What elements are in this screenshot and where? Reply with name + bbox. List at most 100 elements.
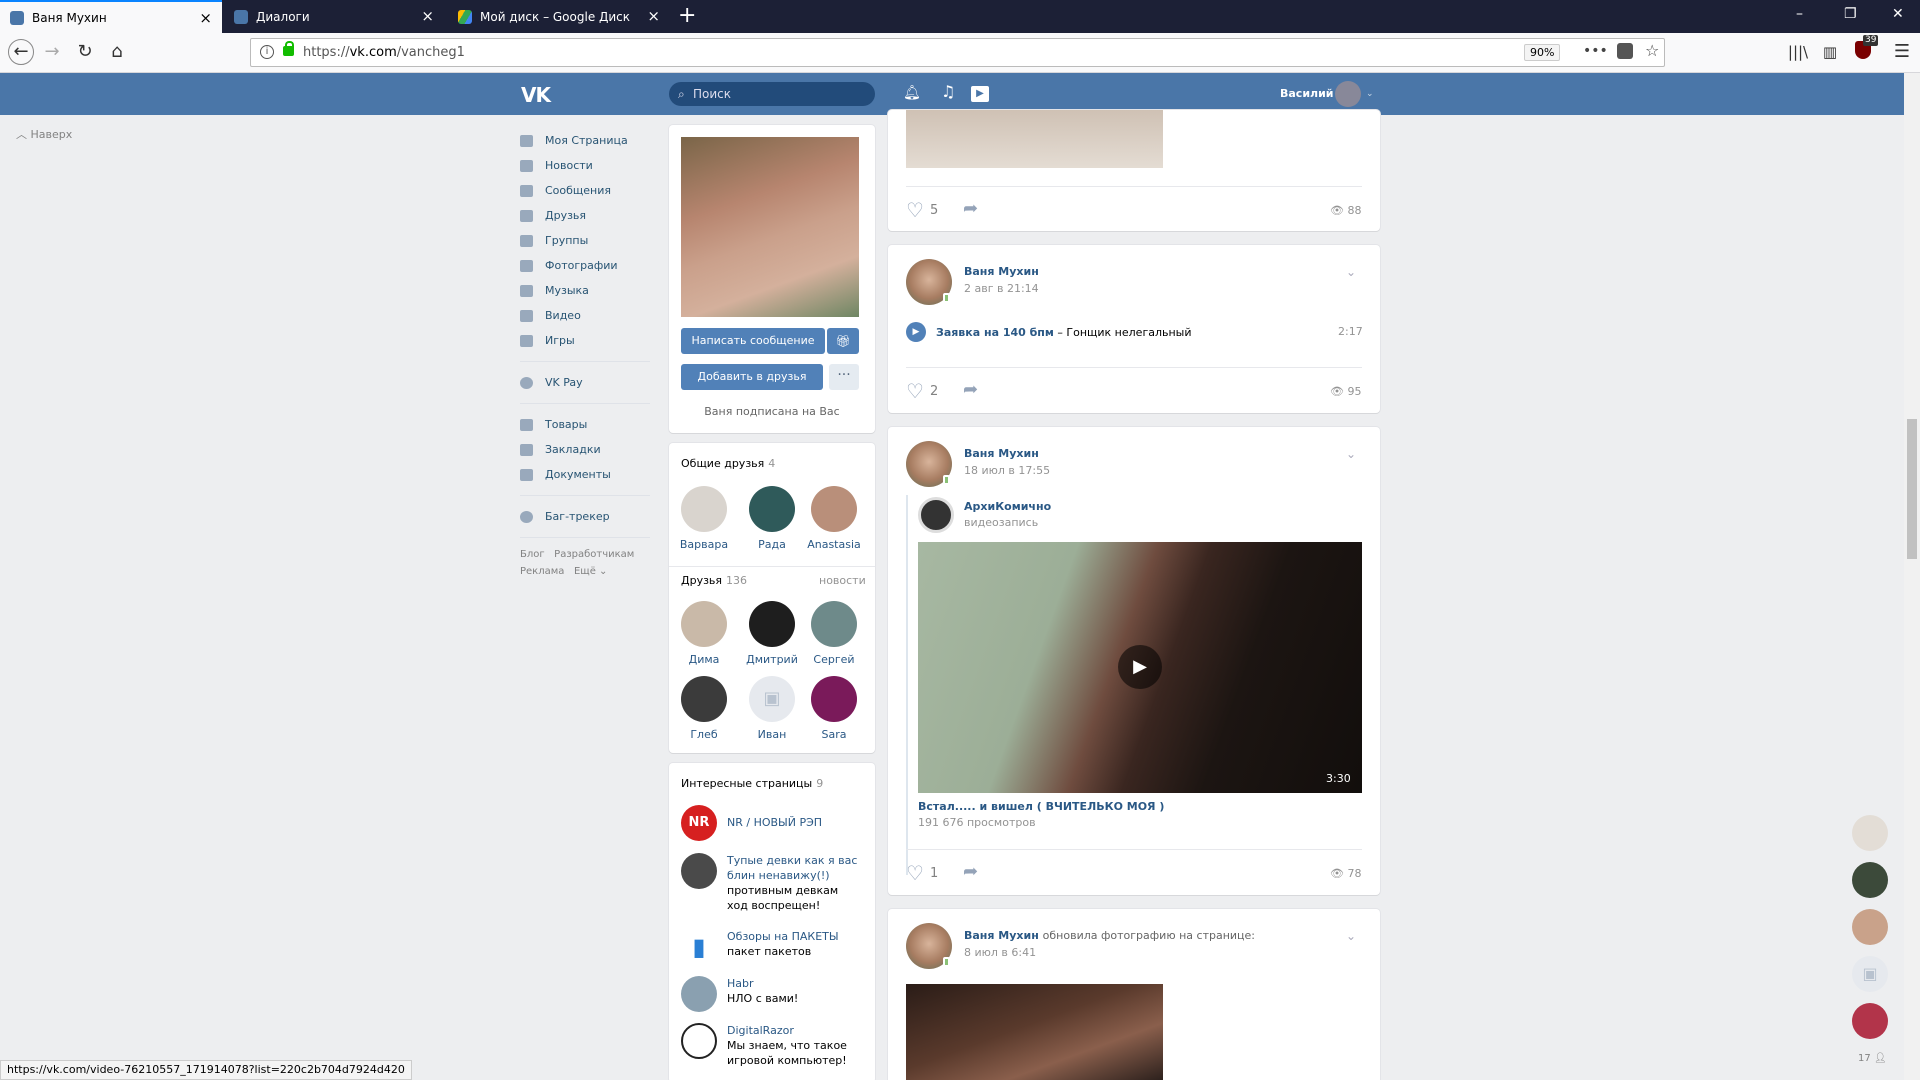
home-icon[interactable]: ⌂ <box>105 41 129 63</box>
gift-icon[interactable]: 🎁︎ <box>827 328 859 354</box>
menu-item-photos[interactable]: Фотографии <box>520 253 650 278</box>
share-icon[interactable]: ➦ <box>963 861 978 882</box>
camera-icon[interactable]: ▣ <box>1852 956 1888 992</box>
common-friend-varvara[interactable]: Варвара <box>673 486 735 551</box>
friends-title[interactable]: Друзья 136 <box>681 574 747 587</box>
ublock-icon[interactable]: 39 <box>1851 35 1879 65</box>
audio-play-button[interactable]: ▶ <box>906 322 926 342</box>
menu-hamburger-icon[interactable]: ☰ <box>1890 41 1914 63</box>
profile-photo[interactable] <box>681 137 859 317</box>
footer-link-more[interactable]: Ещё <box>574 566 596 577</box>
chevron-down-icon[interactable]: ⌄ <box>1346 447 1356 461</box>
like-button[interactable]: ♡ 2 <box>906 379 938 403</box>
menu-item-music[interactable]: Музыка <box>520 278 650 303</box>
search-input[interactable]: ⌕ Поиск <box>669 82 875 106</box>
post-photo[interactable] <box>906 110 1163 168</box>
chevron-down-icon[interactable]: ⌄ <box>1366 89 1374 99</box>
chat-avatar[interactable] <box>1852 815 1888 851</box>
vk-logo[interactable]: VK <box>521 83 551 107</box>
post-author-name[interactable]: Ваня Мухин <box>964 447 1039 460</box>
bookmark-star-icon[interactable]: ☆ <box>1645 41 1659 60</box>
chat-avatar[interactable] <box>1852 909 1888 945</box>
menu-item-documents[interactable]: Документы <box>520 462 650 487</box>
post-author-name[interactable]: Ваня Мухин <box>964 265 1039 278</box>
menu-item-friends[interactable]: Друзья <box>520 203 650 228</box>
close-window-icon[interactable]: ✕ <box>1892 6 1904 22</box>
post-date[interactable]: 2 авг в 21:14 <box>964 282 1039 295</box>
share-icon[interactable]: ➦ <box>963 379 978 400</box>
header-user-name[interactable]: Василий <box>1280 87 1334 100</box>
friends-news-link[interactable]: новости <box>819 574 866 587</box>
restore-icon[interactable]: ❐ <box>1844 6 1857 22</box>
reload-icon[interactable]: ↻ <box>73 41 97 63</box>
forward-icon[interactable]: → <box>40 41 64 63</box>
library-icon[interactable]: |||\ <box>1786 41 1810 63</box>
post-photo[interactable] <box>906 984 1163 1080</box>
repost-author-avatar[interactable] <box>918 497 954 533</box>
friend-ivan[interactable]: ▣ Иван <box>741 676 803 741</box>
chevron-down-icon[interactable]: ⌄ <box>1346 265 1356 279</box>
menu-item-vkpay[interactable]: VK Pay <box>520 370 650 395</box>
audio-track[interactable]: Заявка на 140 бпм – Гонщик нелегальный <box>936 326 1192 339</box>
interesting-page-girls[interactable]: Тупые девки как я вас блин ненавижу(!) пр… <box>681 853 861 913</box>
friend-gleb[interactable]: Глеб <box>673 676 735 741</box>
menu-item-goods[interactable]: Товары <box>520 412 650 437</box>
menu-item-bugtracker[interactable]: Баг-трекер <box>520 504 650 529</box>
menu-item-news[interactable]: Новости <box>520 153 650 178</box>
menu-item-messages[interactable]: Сообщения <box>520 178 650 203</box>
url-text[interactable]: https://vk.com/vancheg1 <box>303 45 465 60</box>
address-bar[interactable]: i https://vk.com/vancheg1 90% ••• ☆ <box>250 38 1665 67</box>
add-friend-button[interactable]: Добавить в друзья <box>681 364 823 390</box>
more-actions-button[interactable]: ··· <box>829 364 859 390</box>
new-tab-button[interactable]: + <box>678 4 696 28</box>
player-icon[interactable]: ▶ <box>971 86 989 102</box>
menu-item-my-page[interactable]: Моя Страница <box>520 128 650 153</box>
zoom-badge[interactable]: 90% <box>1524 44 1561 61</box>
pocket-icon[interactable] <box>1617 43 1633 59</box>
interesting-page-digitalrazor[interactable]: DigitalRazor Мы знаем, что такое игровой … <box>681 1023 861 1068</box>
back-icon[interactable]: ← <box>8 39 34 65</box>
info-icon[interactable]: i <box>260 45 274 59</box>
chat-avatar[interactable] <box>1852 1003 1888 1039</box>
video-title[interactable]: Встал..... и вишел ( ВЧИТЕЛЬКО МОЯ ) <box>918 800 1164 813</box>
chat-avatar[interactable] <box>1852 862 1888 898</box>
friend-dima[interactable]: Дима <box>673 601 735 666</box>
music-note-icon[interactable]: ♫ <box>941 82 955 101</box>
like-button[interactable]: ♡ 5 <box>906 198 938 222</box>
page-actions-icon[interactable]: ••• <box>1583 43 1608 59</box>
notifications-bell-icon[interactable]: 🔔︎ <box>903 85 921 101</box>
menu-item-video[interactable]: Видео <box>520 303 650 328</box>
scroll-up-button[interactable]: ︿ Наверх <box>16 126 72 142</box>
common-friend-anastasia[interactable]: Anastasia <box>803 486 865 551</box>
menu-item-groups[interactable]: Группы <box>520 228 650 253</box>
video-preview[interactable]: ▶ 3:30 <box>918 542 1362 793</box>
tab-dialogs[interactable]: Диалоги × <box>224 0 444 33</box>
like-button[interactable]: ♡ 1 <box>906 861 938 885</box>
footer-link-developers[interactable]: Разработчикам <box>554 549 634 560</box>
menu-item-games[interactable]: Игры <box>520 328 650 353</box>
post-author-name[interactable]: Ваня Мухин обновила фотографию на страни… <box>964 929 1255 942</box>
tab-google-drive[interactable]: Мой диск – Google Диск × <box>448 0 670 33</box>
interesting-page-nr[interactable]: NR NR / НОВЫЙ РЭП <box>681 805 861 841</box>
interesting-pages-title[interactable]: Интересные страницы 9 <box>681 777 823 790</box>
footer-link-blog[interactable]: Блог <box>520 549 545 560</box>
repost-author-name[interactable]: АрхиКомично <box>964 500 1051 513</box>
share-icon[interactable]: ➦ <box>963 198 978 219</box>
write-message-button[interactable]: Написать сообщение <box>681 328 825 354</box>
close-tab-icon[interactable]: × <box>199 11 212 26</box>
close-tab-icon[interactable]: × <box>421 9 434 24</box>
sidebar-toggle-icon[interactable]: ▥ <box>1818 41 1842 63</box>
interesting-page-pakety[interactable]: ▮ Обзоры на ПАКЕТЫ пакет пакетов <box>681 929 861 965</box>
tab-vanya-mukhin[interactable]: Ваня Мухин × <box>0 0 222 33</box>
post-date[interactable]: 8 июл в 6:41 <box>964 946 1036 959</box>
play-icon[interactable]: ▶ <box>1118 645 1162 689</box>
common-friend-rada[interactable]: Рада <box>741 486 803 551</box>
interesting-page-habr[interactable]: Habr НЛО с вами! <box>681 976 861 1012</box>
friend-dmitry[interactable]: Дмитрий <box>741 601 803 666</box>
post-date[interactable]: 18 июл в 17:55 <box>964 464 1050 477</box>
chat-count[interactable]: 17 👤︎ <box>1858 1053 1887 1064</box>
footer-link-ads[interactable]: Реклама <box>520 566 564 577</box>
close-tab-icon[interactable]: × <box>647 9 660 24</box>
scrollbar-thumb[interactable] <box>1907 419 1917 559</box>
friend-sergey[interactable]: Сергей <box>803 601 865 666</box>
